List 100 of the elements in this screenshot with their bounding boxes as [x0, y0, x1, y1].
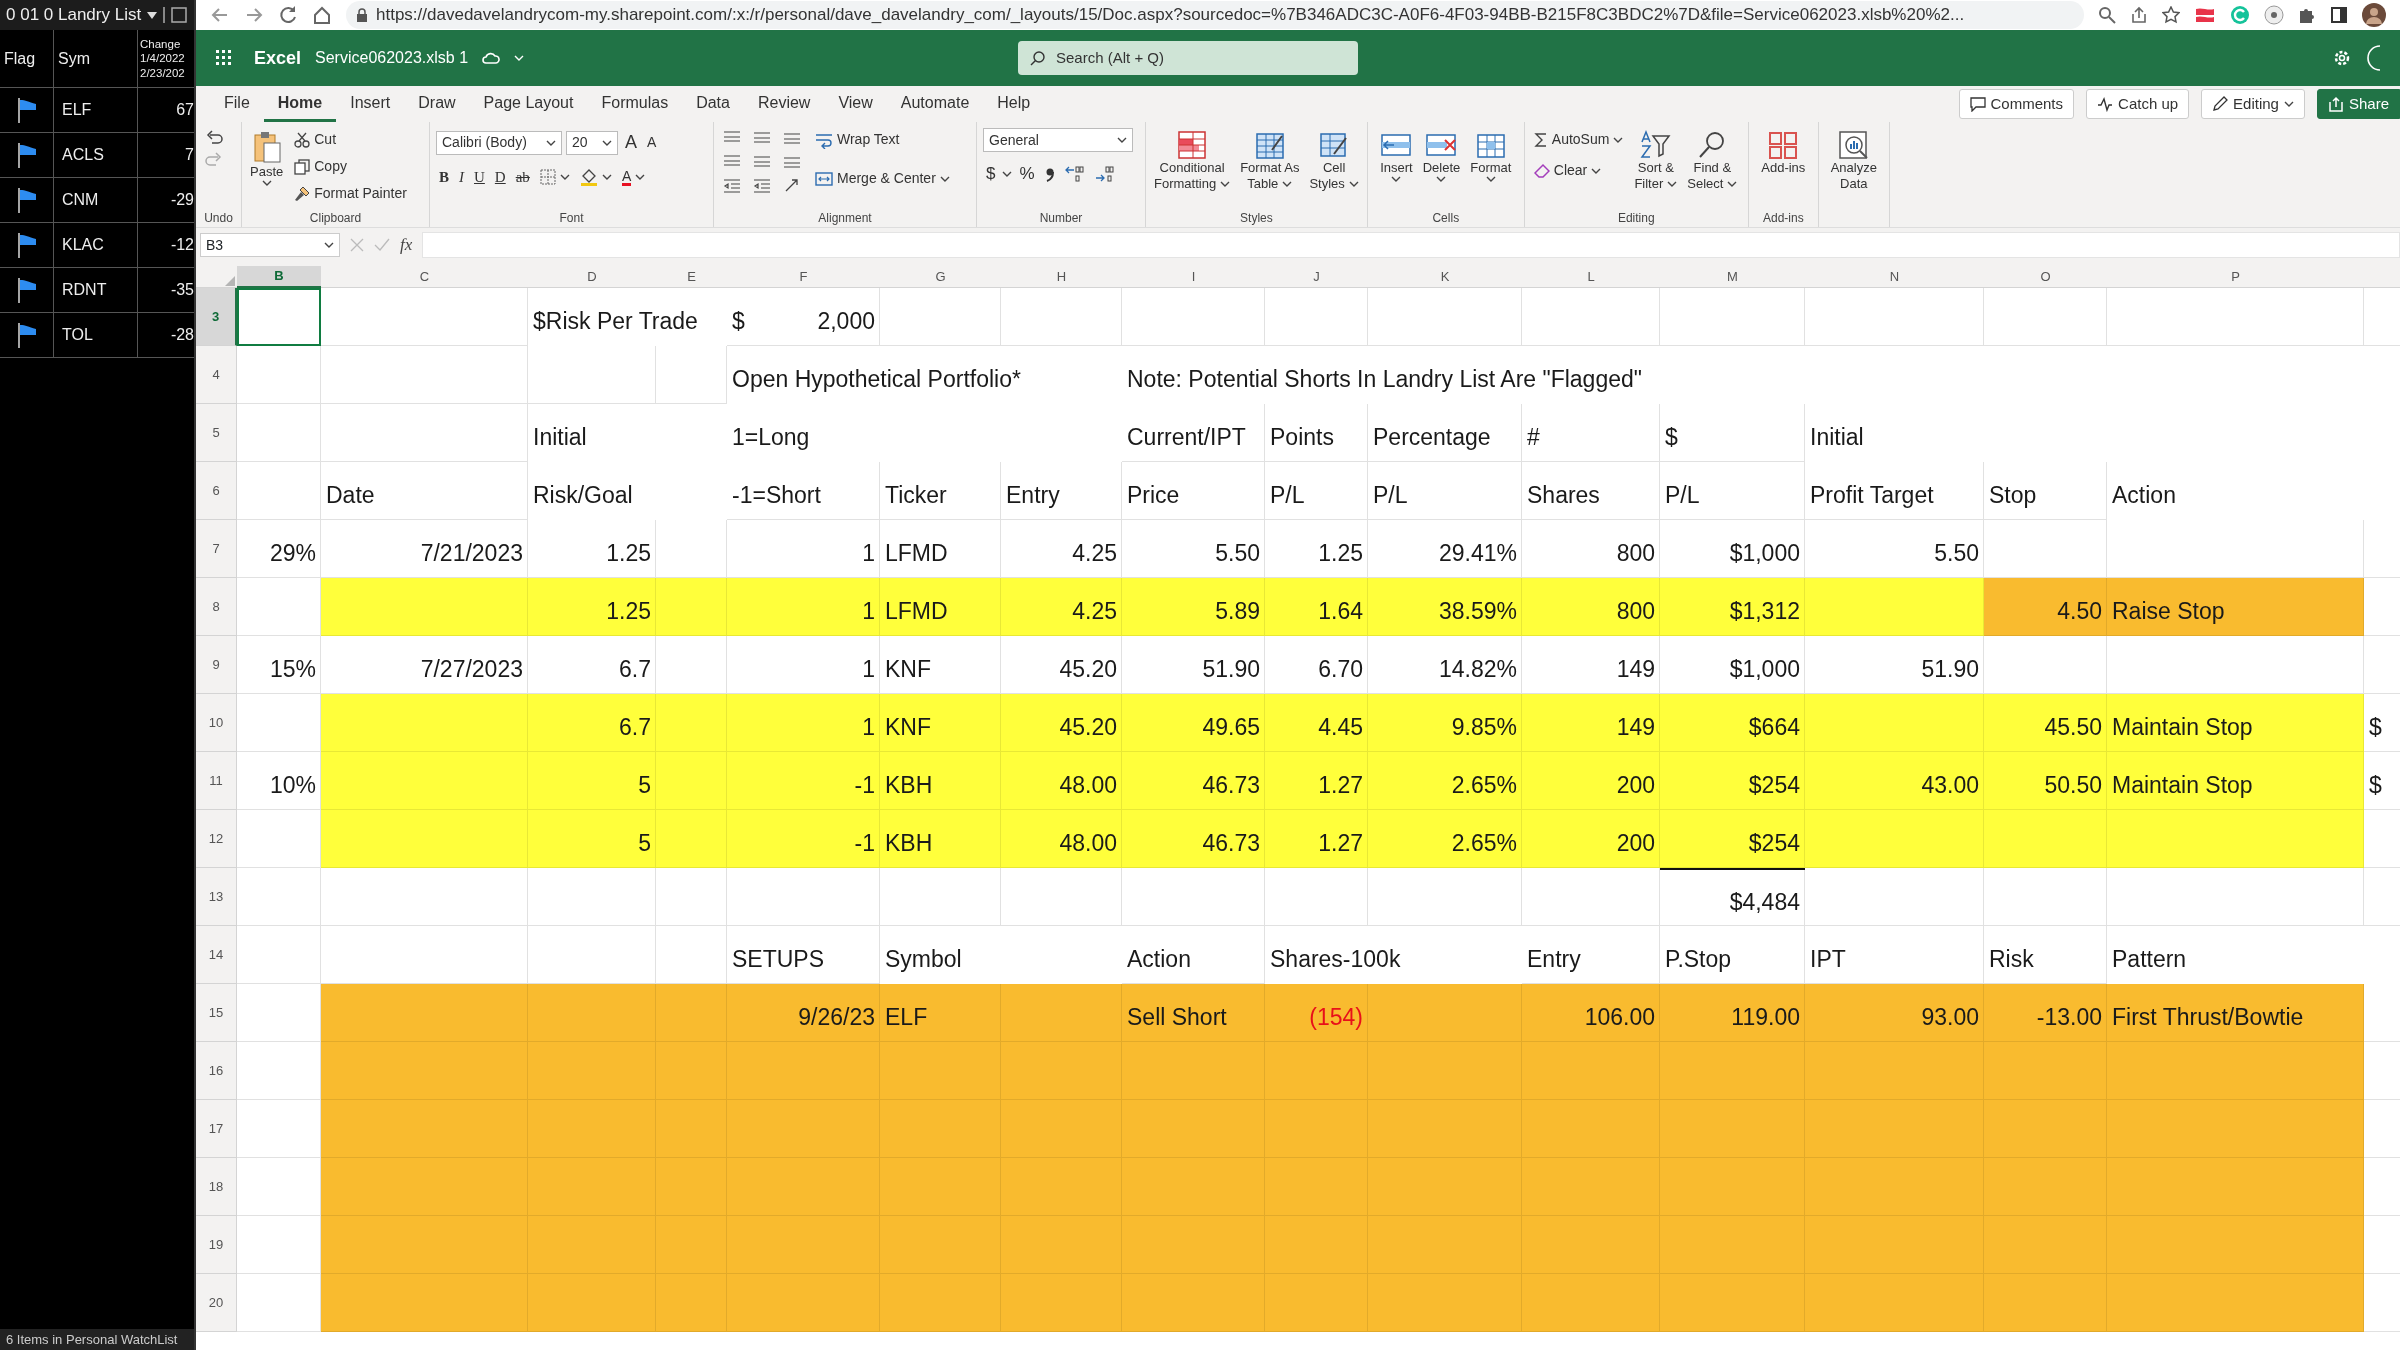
ribbon-button[interactable]: Format: [1468, 128, 1514, 185]
column-header[interactable]: N: [1805, 266, 1984, 288]
app-name: Excel: [254, 46, 302, 70]
ribbon-tab[interactable]: Automate: [886, 86, 984, 122]
ribbon-tab[interactable]: View: [824, 86, 887, 122]
table-cell: (154): [1265, 984, 1368, 1042]
row-header[interactable]: 15: [196, 984, 237, 1042]
number-format-field[interactable]: General: [983, 128, 1133, 152]
ribbon-button[interactable]: Analyze Data: [1828, 128, 1879, 195]
row-header[interactable]: 14: [196, 926, 237, 984]
cut-button[interactable]: Cut: [291, 128, 410, 151]
toolbar-button[interactable]: Catch up: [2086, 89, 2190, 119]
table-cell-text: P.Stop: [1664, 944, 1733, 974]
file-name[interactable]: Service062023.xlsb 1: [315, 46, 469, 70]
ribbon-button[interactable]: Cell Styles: [1307, 128, 1361, 195]
row-header[interactable]: 17: [196, 1100, 237, 1158]
row-header[interactable]: 12: [196, 810, 237, 868]
table-cell-text: Stop: [1988, 480, 2038, 510]
format-painter-button[interactable]: Format Painter: [291, 182, 410, 205]
ribbon-tab[interactable]: Help: [983, 86, 1045, 122]
mode-button[interactable]: Editing: [2201, 89, 2305, 119]
row-header[interactable]: 8: [196, 578, 237, 636]
column-header[interactable]: G: [880, 266, 1001, 288]
row-header[interactable]: 5: [196, 404, 237, 462]
row-header[interactable]: 6: [196, 462, 237, 520]
address-bar[interactable]: https://davedavelandrycom-my.sharepoint.com/:x:/r/personal/dave_davelandry_com/_layouts/15/Doc.aspx?sourcedoc=%7B346ADC3C-A0F6-4F03-94BB-B215F8C3BDC2%7D&file=Service062023.xlsb%20%2...: [346, 1, 2084, 29]
column-header[interactable]: L: [1522, 266, 1660, 288]
wrap-text-button[interactable]: Wrap Text: [812, 128, 953, 151]
ribbon-button[interactable]: Conditional Formatting: [1152, 128, 1233, 195]
ribbon-button[interactable]: Find & Select: [1685, 128, 1740, 195]
selected-cell[interactable]: [237, 288, 321, 346]
column-header[interactable]: Sym: [54, 30, 138, 88]
ribbon-tab[interactable]: File: [210, 86, 264, 122]
merge-center-button[interactable]: Merge & Center: [812, 167, 953, 190]
paste-button[interactable]: Paste: [248, 128, 286, 189]
caret-icon: [1002, 170, 1013, 177]
row-header[interactable]: 18: [196, 1158, 237, 1216]
row-header[interactable]: 3: [196, 288, 237, 346]
ribbon-tab[interactable]: Draw: [404, 86, 470, 122]
copy-button[interactable]: Copy: [291, 155, 410, 178]
ribbon-button[interactable]: Delete: [1420, 128, 1463, 185]
row-header[interactable]: 10: [196, 694, 237, 752]
row-header[interactable]: 20: [196, 1274, 237, 1332]
autosum-button[interactable]: AutoSum: [1530, 128, 1627, 151]
table-cell: 149: [1522, 694, 1660, 752]
column-header[interactable]: H: [1001, 266, 1122, 288]
currency-button[interactable]: $: [983, 160, 999, 188]
font-color-button[interactable]: A: [618, 167, 649, 187]
ribbon-button[interactable]: Sort & Filter: [1632, 128, 1680, 195]
column-header[interactable]: F: [727, 266, 880, 288]
ribbon-button[interactable]: Insert: [1378, 128, 1415, 185]
row-header[interactable]: 13: [196, 868, 237, 926]
underline-button[interactable]: U: [471, 165, 488, 190]
grow-font-button[interactable]: A: [622, 128, 640, 157]
ribbon-button[interactable]: Add-ins: [1759, 128, 1808, 179]
bold-button[interactable]: B: [436, 165, 452, 190]
font-size-field[interactable]: 20: [566, 130, 618, 155]
table-cell-text: 15%: [268, 654, 317, 684]
search-bar[interactable]: Search (Alt + Q): [1018, 41, 1358, 75]
row-header[interactable]: 19: [196, 1216, 237, 1274]
ribbon-tab[interactable]: Formulas: [587, 86, 683, 122]
column-header[interactable]: O: [1984, 266, 2107, 288]
row-header[interactable]: 4: [196, 346, 237, 404]
ribbon-tab[interactable]: Data: [682, 86, 744, 122]
row-header[interactable]: 16: [196, 1042, 237, 1100]
formula-input[interactable]: [422, 232, 2400, 258]
italic-button[interactable]: I: [456, 165, 467, 190]
ribbon-button[interactable]: Format As Table: [1238, 128, 1302, 195]
column-header[interactable]: E: [656, 266, 727, 288]
toolbar-button[interactable]: Comments: [1958, 89, 2075, 119]
table-cell-text: Ticker: [884, 480, 948, 510]
strikethrough-button[interactable]: ab: [512, 165, 533, 190]
ribbon-tab[interactable]: Page Layout: [469, 86, 588, 122]
function-button[interactable]: fx: [400, 232, 413, 258]
row-header[interactable]: 11: [196, 752, 237, 810]
ribbon-tab[interactable]: Review: [743, 86, 825, 122]
column-header[interactable]: I: [1122, 266, 1265, 288]
row-header[interactable]: 9: [196, 636, 237, 694]
column-header[interactable]: Change 1/4/2022 2/23/202: [138, 30, 194, 88]
column-header[interactable]: J: [1265, 266, 1368, 288]
ribbon-tab[interactable]: Insert: [336, 86, 405, 122]
share-button[interactable]: Share: [2316, 89, 2400, 119]
sort-filter-icon: [1639, 130, 1672, 160]
column-header[interactable]: K: [1368, 266, 1522, 288]
clear-button[interactable]: Clear: [1530, 159, 1627, 182]
percent-button[interactable]: %: [1016, 160, 1038, 188]
column-header[interactable]: D: [528, 266, 656, 288]
column-header[interactable]: Flag: [0, 30, 54, 88]
shrink-font-button[interactable]: A: [644, 131, 660, 154]
name-box[interactable]: B3: [200, 233, 340, 257]
column-header[interactable]: P: [2107, 266, 2364, 288]
table-cell-text: 1: [861, 654, 876, 684]
font-family-field[interactable]: Calibri (Body): [436, 130, 562, 155]
column-header[interactable]: M: [1660, 266, 1805, 288]
search-field[interactable]: Search (Alt + Q): [1054, 45, 1334, 71]
table-cell: CNM: [54, 178, 138, 223]
column-header[interactable]: B: [237, 266, 321, 288]
row-header[interactable]: 7: [196, 520, 237, 578]
column-header[interactable]: C: [321, 266, 528, 288]
double-underline-button[interactable]: D: [491, 165, 509, 190]
